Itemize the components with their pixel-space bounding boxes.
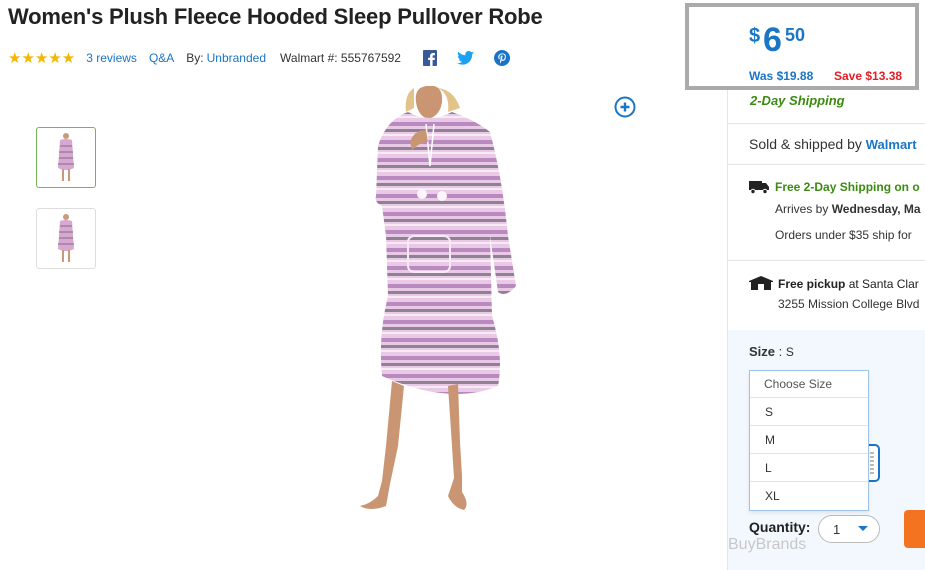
product-title: Women's Plush Fleece Hooded Sleep Pullov… [8, 4, 543, 29]
thumbnail-1[interactable] [36, 127, 96, 188]
qa-link[interactable]: Q&A [149, 51, 174, 65]
pickup-address: 3255 Mission College Blvd [778, 297, 920, 311]
size-option-l[interactable]: L [750, 454, 868, 482]
seller-link[interactable]: Walmart [866, 137, 917, 152]
product-meta-row: ★★★★★ 3 reviews Q&A By: Unbranded Walmar… [8, 49, 530, 67]
product-options-panel: Size : S Choose Size S M L XL Quantity: … [728, 330, 925, 570]
orders-under-note: Orders under $35 ship for [775, 228, 912, 242]
buy-box: 2-Day Shipping Sold & shipped by Walmart… [727, 90, 925, 570]
arrives-by: Arrives by Wednesday, Ma [775, 202, 921, 216]
size-dropdown[interactable]: Choose Size S M L XL [749, 370, 869, 511]
zoom-in-icon[interactable] [614, 96, 636, 118]
reviews-link[interactable]: 3 reviews [86, 51, 137, 65]
watermark-text: BuyBrands [728, 536, 807, 553]
quantity-select[interactable]: 1 [818, 515, 880, 543]
share-icons [422, 50, 530, 66]
walmart-number: Walmart #: 555767592 [280, 51, 401, 65]
pickup-store[interactable]: at Santa Clar [849, 277, 919, 291]
size-label-text: Size [749, 344, 776, 359]
save-amount: Save $13.38 [834, 69, 903, 83]
sold-by: Sold & shipped by Walmart [749, 136, 917, 152]
sold-by-label: Sold & shipped by [749, 136, 862, 152]
divider [728, 260, 925, 261]
divider [728, 123, 925, 124]
price-box: $ 6 50 Was $19.88 Save $13.38 [685, 3, 919, 90]
truck-icon [749, 181, 769, 194]
thumbnail-2[interactable] [36, 208, 96, 269]
quantity-value: 1 [833, 522, 841, 537]
by-label: By: [186, 51, 204, 65]
thumbnail-robe-image [58, 132, 74, 181]
chevron-down-icon [858, 526, 868, 531]
size-selected-value: S [785, 345, 794, 359]
size-option-s[interactable]: S [750, 398, 868, 426]
was-price: Was $19.88 [749, 69, 814, 83]
thumbnail-robe-back-image [58, 213, 74, 262]
add-to-cart-button[interactable] [904, 510, 925, 548]
free-pickup-label: Free pickup [778, 277, 846, 291]
price-dollars: 6 [763, 21, 782, 59]
size-dropdown-header[interactable]: Choose Size [750, 371, 868, 398]
brand-link[interactable]: Unbranded [207, 51, 266, 65]
arrives-date: Wednesday, Ma [831, 202, 921, 216]
price-cents: 50 [785, 25, 806, 45]
divider [728, 164, 925, 165]
product-main-image[interactable] [330, 86, 520, 536]
free-pickup: Free pickup at Santa Clar [778, 277, 919, 291]
size-label: Size : S [749, 344, 794, 359]
arrives-by-label: Arrives by [775, 202, 829, 216]
pinterest-icon[interactable] [493, 50, 510, 66]
price-currency: $ [749, 25, 761, 47]
star-rating[interactable]: ★★★★★ [8, 49, 75, 67]
facebook-icon[interactable] [422, 50, 437, 66]
twitter-icon[interactable] [457, 51, 474, 65]
free-shipping-text: Free 2-Day Shipping on o [775, 180, 920, 194]
store-icon [749, 276, 773, 290]
select-scrollbar[interactable] [870, 452, 874, 476]
quantity-label: Quantity: [749, 519, 811, 535]
two-day-shipping-badge: 2-Day Shipping [750, 93, 845, 108]
size-option-m[interactable]: M [750, 426, 868, 454]
size-option-xl[interactable]: XL [750, 482, 868, 510]
